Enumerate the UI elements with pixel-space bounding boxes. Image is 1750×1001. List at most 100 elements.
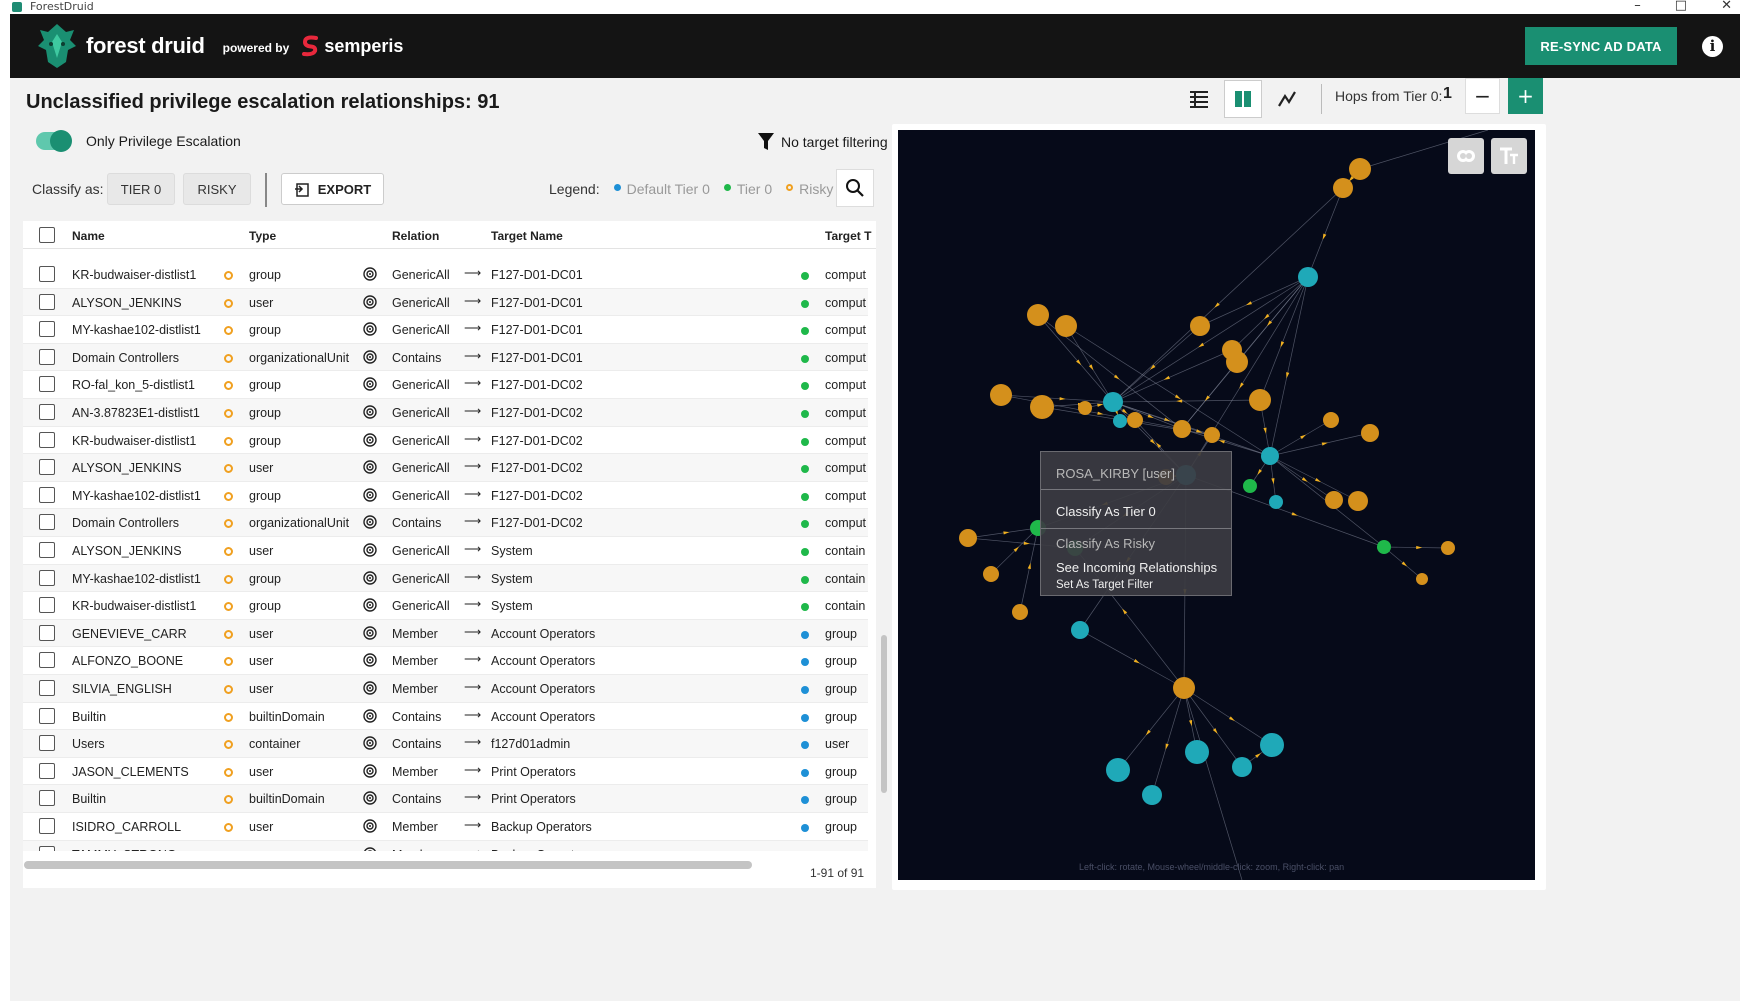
- row-checkbox[interactable]: [39, 459, 55, 476]
- graph-node[interactable]: [1055, 315, 1077, 337]
- row-checkbox[interactable]: [39, 266, 55, 282]
- graph-node[interactable]: [1142, 785, 1162, 805]
- select-all-checkbox[interactable]: [39, 227, 55, 243]
- column-header-target-name[interactable]: Target Name: [491, 229, 563, 243]
- graph-node[interactable]: [1243, 479, 1257, 493]
- graph-node[interactable]: [1106, 758, 1130, 782]
- graph-node[interactable]: [1325, 491, 1343, 509]
- graph-node[interactable]: [1441, 541, 1455, 555]
- table-row[interactable]: MY-kashae102-distlist1 group GenericAll ⟶ Sy…: [23, 564, 868, 593]
- table-row[interactable]: Builtin builtinDomain Contains ⟶ Print Opera…: [23, 785, 868, 813]
- table-row[interactable]: TAMMY_STRONG user Member ⟶ Backup Operators g…: [23, 840, 868, 851]
- row-checkbox[interactable]: [39, 597, 55, 614]
- relationship-graph[interactable]: ROSA_KIRBY [user] Classify As Tier 0 Cla…: [898, 130, 1535, 880]
- row-checkbox[interactable]: [39, 735, 55, 752]
- graph-node[interactable]: [1261, 447, 1279, 465]
- graph-node[interactable]: [1269, 495, 1283, 509]
- row-checkbox[interactable]: [39, 762, 55, 779]
- graph-node[interactable]: [1012, 604, 1028, 620]
- graph-view-button[interactable]: [1268, 80, 1306, 118]
- classify-tier0-button[interactable]: TIER 0: [107, 173, 175, 205]
- row-checkbox[interactable]: [39, 431, 55, 448]
- maximize-icon[interactable]: □: [1675, 0, 1687, 13]
- export-button[interactable]: EXPORT: [281, 173, 384, 205]
- vertical-scrollbar[interactable]: [881, 635, 887, 793]
- graph-node[interactable]: [1323, 412, 1339, 428]
- table-row[interactable]: Domain Controllers organizationalUnit Cont…: [23, 509, 868, 537]
- row-checkbox[interactable]: [39, 569, 55, 586]
- table-row[interactable]: KR-budwaiser-distlist1 group GenericAll ⟶ F1…: [23, 261, 868, 289]
- target-filter-status[interactable]: No target filtering: [757, 132, 888, 152]
- graph-node[interactable]: [1078, 401, 1092, 415]
- minimize-icon[interactable]: –: [1634, 0, 1641, 13]
- table-row[interactable]: ALYSON_JENKINS user GenericAll ⟶ System conta…: [23, 537, 868, 565]
- row-checkbox[interactable]: [39, 652, 55, 669]
- graph-node[interactable]: [1361, 424, 1379, 442]
- classify-risky-button[interactable]: RISKY: [183, 173, 251, 205]
- table-row[interactable]: ALYSON_JENKINS user GenericAll ⟶ F127-D01-DC…: [23, 288, 868, 317]
- graph-node[interactable]: [959, 529, 977, 547]
- row-checkbox[interactable]: [39, 790, 55, 807]
- table-row[interactable]: KR-budwaiser-distlist1 group GenericAll ⟶ Sy…: [23, 592, 868, 620]
- row-checkbox[interactable]: [39, 514, 55, 531]
- graph-node[interactable]: [1027, 304, 1049, 326]
- graph-node[interactable]: [1249, 389, 1271, 411]
- menu-item-classify-risky[interactable]: Classify As Risky: [1056, 536, 1155, 551]
- table-row[interactable]: AN-3.87823E1-distlist1 group GenericAll ⟶ F1…: [23, 399, 868, 427]
- graph-node[interactable]: [1190, 316, 1210, 336]
- graph-node[interactable]: [1113, 414, 1127, 428]
- row-checkbox[interactable]: [39, 486, 55, 503]
- graph-node[interactable]: [1222, 340, 1242, 360]
- row-checkbox[interactable]: [39, 348, 55, 365]
- table-row[interactable]: SILVIA_ENGLISH user Member ⟶ Account Operato…: [23, 675, 868, 703]
- table-row[interactable]: Users container Contains ⟶ f127d01admin user: [23, 730, 868, 758]
- labels-toggle-button[interactable]: [1491, 138, 1527, 174]
- table-row[interactable]: MY-kashae102-distlist1 group GenericAll ⟶ F1…: [23, 316, 868, 344]
- menu-item-see-incoming[interactable]: See Incoming Relationships: [1056, 560, 1217, 575]
- 3d-toggle-button[interactable]: [1448, 138, 1484, 174]
- close-icon[interactable]: ✕: [1721, 0, 1732, 13]
- graph-node[interactable]: [1232, 757, 1252, 777]
- graph-node[interactable]: [1260, 733, 1284, 757]
- graph-node[interactable]: [1185, 740, 1209, 764]
- decrease-hops-button[interactable]: −: [1465, 78, 1500, 114]
- row-checkbox[interactable]: [39, 680, 55, 696]
- privilege-escalation-toggle[interactable]: [36, 130, 72, 152]
- info-icon[interactable]: i: [1702, 36, 1723, 57]
- table-row[interactable]: Domain Controllers organizationalUnit Cont…: [23, 343, 868, 372]
- graph-node[interactable]: [983, 566, 999, 582]
- graph-node[interactable]: [1173, 420, 1191, 438]
- resync-ad-data-button[interactable]: RE-SYNC AD DATA: [1525, 27, 1677, 65]
- graph-node[interactable]: [1333, 178, 1353, 198]
- table-row[interactable]: MY-kashae102-distlist1 group GenericAll ⟶ F1…: [23, 482, 868, 510]
- row-checkbox[interactable]: [39, 818, 55, 834]
- split-view-button[interactable]: [1224, 80, 1262, 118]
- table-row[interactable]: ALYSON_JENKINS user GenericAll ⟶ F127-D01-DC…: [23, 454, 868, 482]
- row-checkbox[interactable]: [39, 376, 55, 393]
- table-row[interactable]: JASON_CLEMENTS user Member ⟶ Print Operators…: [23, 758, 868, 786]
- graph-node[interactable]: [1204, 427, 1220, 443]
- table-row[interactable]: ALFONZO_BOONE user Member ⟶ Account Operator…: [23, 647, 868, 675]
- row-checkbox[interactable]: [39, 845, 55, 851]
- row-checkbox[interactable]: [39, 624, 55, 641]
- graph-node[interactable]: [1173, 677, 1195, 699]
- graph-node[interactable]: [1349, 158, 1371, 180]
- row-checkbox[interactable]: [39, 707, 55, 724]
- column-header-relation[interactable]: Relation: [392, 229, 439, 243]
- graph-node[interactable]: [1030, 395, 1054, 419]
- graph-node[interactable]: [990, 384, 1012, 406]
- horizontal-scrollbar[interactable]: [24, 861, 752, 869]
- row-checkbox[interactable]: [39, 321, 55, 338]
- increase-hops-button[interactable]: +: [1508, 78, 1543, 114]
- row-checkbox[interactable]: [39, 293, 55, 310]
- menu-item-set-target-filter[interactable]: Set As Target Filter: [1056, 579, 1153, 591]
- table-row[interactable]: RO-fal_kon_5-distlist1 group GenericAll ⟶ F1…: [23, 371, 868, 399]
- table-row[interactable]: GENEVIEVE_CARR user Member ⟶ Account Operato…: [23, 619, 868, 648]
- search-button[interactable]: [836, 169, 874, 207]
- menu-item-classify-tier0[interactable]: Classify As Tier 0: [1056, 504, 1156, 519]
- table-row[interactable]: Builtin builtinDomain Contains ⟶ Account Ope…: [23, 703, 868, 731]
- graph-node[interactable]: [1377, 540, 1391, 554]
- graph-node[interactable]: [1298, 267, 1318, 287]
- column-header-target-type[interactable]: Target T: [825, 229, 871, 243]
- column-header-type[interactable]: Type: [249, 229, 276, 243]
